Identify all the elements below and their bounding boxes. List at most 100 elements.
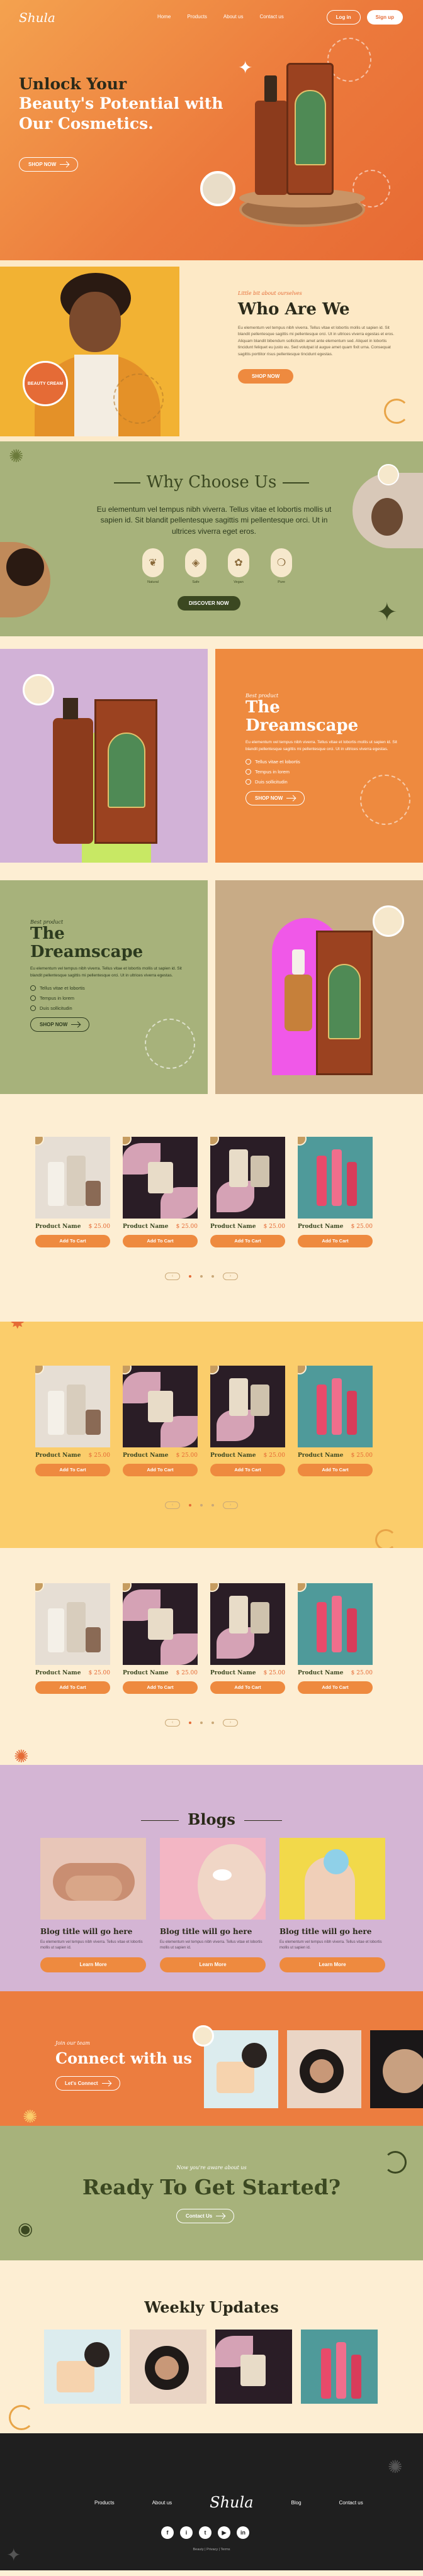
feature-image-1	[0, 649, 208, 863]
blog-card[interactable]: Blog title will go here Eu elementum vel…	[40, 1838, 146, 1972]
weekly-image	[215, 2330, 292, 2404]
page-dot[interactable]	[189, 1275, 191, 1278]
nav-link-home[interactable]: Home	[157, 14, 171, 19]
prev-page-button[interactable]: ‹	[165, 1501, 180, 1509]
blog-title[interactable]: Blog title will go here	[160, 1927, 266, 1936]
sun-decoration-icon	[360, 775, 410, 825]
product-badge	[193, 2025, 214, 2047]
add-to-cart-button[interactable]: Add To Cart	[210, 1235, 285, 1247]
start-kicker: Now you're aware about us	[176, 2165, 247, 2170]
youtube-icon[interactable]: ▶	[218, 2526, 230, 2539]
product-card[interactable]: Product Name $ 25.00 Add To Cart	[35, 1366, 110, 1476]
product-card[interactable]: Product Name $ 25.00 Add To Cart	[123, 1137, 198, 1247]
connect-gallery	[204, 2030, 423, 2108]
blog-card[interactable]: Blog title will go here Eu elementum vel…	[160, 1838, 266, 1972]
contact-us-button[interactable]: Contact Us	[176, 2209, 235, 2223]
sparkle-icon: ✦	[238, 58, 253, 77]
add-to-cart-button[interactable]: Add To Cart	[35, 1235, 110, 1247]
nav-link-contact[interactable]: Contact us	[260, 14, 284, 19]
page-dot[interactable]	[212, 1504, 214, 1506]
product-grid-section-3: Product Name $ 25.00 Add To Cart Product …	[0, 1548, 423, 1765]
product-card[interactable]: Product Name $ 25.00 Add To Cart	[123, 1583, 198, 1694]
prev-page-button[interactable]: ‹	[165, 1719, 180, 1727]
product-card[interactable]: Product Name $ 25.00 Add To Cart	[298, 1583, 373, 1694]
flower-icon: ✿	[228, 548, 249, 577]
feature1-shop-now-button[interactable]: SHOP NOW	[245, 790, 305, 805]
product-image	[35, 1137, 110, 1219]
sparkle-icon: ✦	[376, 599, 398, 626]
product-image	[298, 1366, 373, 1447]
blog-card[interactable]: Blog title will go here Eu elementum vel…	[279, 1838, 385, 1972]
blog-excerpt: Eu elementum vel tempus nibh viverra. Te…	[279, 1940, 382, 1950]
add-to-cart-button[interactable]: Add To Cart	[298, 1235, 373, 1247]
add-to-cart-button[interactable]: Add To Cart	[123, 1464, 198, 1476]
add-to-cart-button[interactable]: Add To Cart	[298, 1464, 373, 1476]
add-to-cart-button[interactable]: Add To Cart	[298, 1681, 373, 1694]
next-page-button[interactable]: ›	[223, 1273, 238, 1280]
product-card[interactable]: Product Name $ 25.00 Add To Cart	[298, 1137, 373, 1247]
model-thumb-left	[0, 542, 50, 617]
page-dot[interactable]	[212, 1722, 214, 1724]
footer-link-blog[interactable]: Blog	[291, 2500, 302, 2506]
brand-logo[interactable]: Shula	[19, 10, 55, 25]
add-to-cart-button[interactable]: Add To Cart	[123, 1235, 198, 1247]
page-dot[interactable]	[200, 1275, 203, 1278]
learn-more-button[interactable]: Learn More	[279, 1957, 385, 1972]
add-to-cart-button[interactable]: Add To Cart	[35, 1464, 110, 1476]
product-card[interactable]: Product Name $ 25.00 Add To Cart	[35, 1137, 110, 1247]
product-card[interactable]: Product Name $ 25.00 Add To Cart	[210, 1366, 285, 1476]
page-dot[interactable]	[189, 1504, 191, 1506]
twitter-icon[interactable]: t	[199, 2526, 212, 2539]
feature-vegan: ✿ Vegan	[228, 548, 249, 584]
drop-icon: ❍	[271, 548, 292, 577]
footer-link-about[interactable]: About us	[152, 2500, 172, 2506]
who-shop-now-button[interactable]: SHOP NOW	[238, 368, 294, 384]
start-title: Ready To Get Started?	[82, 2175, 341, 2199]
page-dot[interactable]	[200, 1722, 203, 1724]
product-image	[210, 1366, 285, 1447]
lets-connect-button[interactable]: Let's Connect	[55, 2076, 120, 2091]
hero-title: Unlock Your Beauty's Potential with Our …	[19, 75, 223, 133]
next-page-button[interactable]: ›	[223, 1719, 238, 1727]
next-page-button[interactable]: ›	[223, 1501, 238, 1509]
nav-link-products[interactable]: Products	[187, 14, 207, 19]
linkedin-icon[interactable]: in	[237, 2526, 249, 2539]
instagram-icon[interactable]: i	[180, 2526, 193, 2539]
moon-icon	[384, 2151, 407, 2174]
blog-title[interactable]: Blog title will go here	[40, 1927, 146, 1936]
add-to-cart-button[interactable]: Add To Cart	[210, 1464, 285, 1476]
product-card[interactable]: Product Name $ 25.00 Add To Cart	[123, 1366, 198, 1476]
product-card[interactable]: Product Name $ 25.00 Add To Cart	[35, 1583, 110, 1694]
footer-link-contact[interactable]: Contact us	[339, 2500, 363, 2506]
feature2-shop-now-button[interactable]: SHOP NOW	[30, 1017, 90, 1032]
discover-now-button[interactable]: DISCOVER NOW	[178, 596, 240, 611]
page-dot[interactable]	[189, 1722, 191, 1724]
product-card[interactable]: Product Name $ 25.00 Add To Cart	[298, 1366, 373, 1476]
learn-more-button[interactable]: Learn More	[160, 1957, 266, 1972]
footer-logo[interactable]: Shula	[210, 2494, 253, 2511]
hero-section: Shula Home Products About us Contact us …	[0, 0, 423, 260]
feature1-title: The Dreamscape	[245, 698, 359, 735]
feature-pure: ❍ Pure	[271, 548, 292, 584]
add-to-cart-button[interactable]: Add To Cart	[123, 1681, 198, 1694]
facebook-icon[interactable]: f	[161, 2526, 174, 2539]
moon-icon	[9, 2405, 34, 2430]
add-to-cart-button[interactable]: Add To Cart	[35, 1681, 110, 1694]
page-dot[interactable]	[212, 1275, 214, 1278]
who-kicker: Little bit about ourselves	[238, 290, 302, 296]
gallery-image	[204, 2030, 278, 2108]
nav-link-about[interactable]: About us	[223, 14, 244, 19]
blog-title[interactable]: Blog title will go here	[279, 1927, 385, 1936]
product-card[interactable]: Product Name $ 25.00 Add To Cart	[210, 1583, 285, 1694]
add-to-cart-button[interactable]: Add To Cart	[210, 1681, 285, 1694]
page-dot[interactable]	[200, 1504, 203, 1506]
footer-link-products[interactable]: Products	[94, 2500, 115, 2506]
connect-kicker: Join our team	[55, 2040, 90, 2046]
signup-button[interactable]: Sign up	[366, 10, 403, 25]
product-card[interactable]: Product Name $ 25.00 Add To Cart	[210, 1137, 285, 1247]
weekly-section: Weekly Updates	[0, 2260, 423, 2433]
prev-page-button[interactable]: ‹	[165, 1273, 180, 1280]
learn-more-button[interactable]: Learn More	[40, 1957, 146, 1972]
login-button[interactable]: Log in	[326, 10, 361, 25]
hero-shop-now-button[interactable]: SHOP NOW	[19, 157, 79, 172]
